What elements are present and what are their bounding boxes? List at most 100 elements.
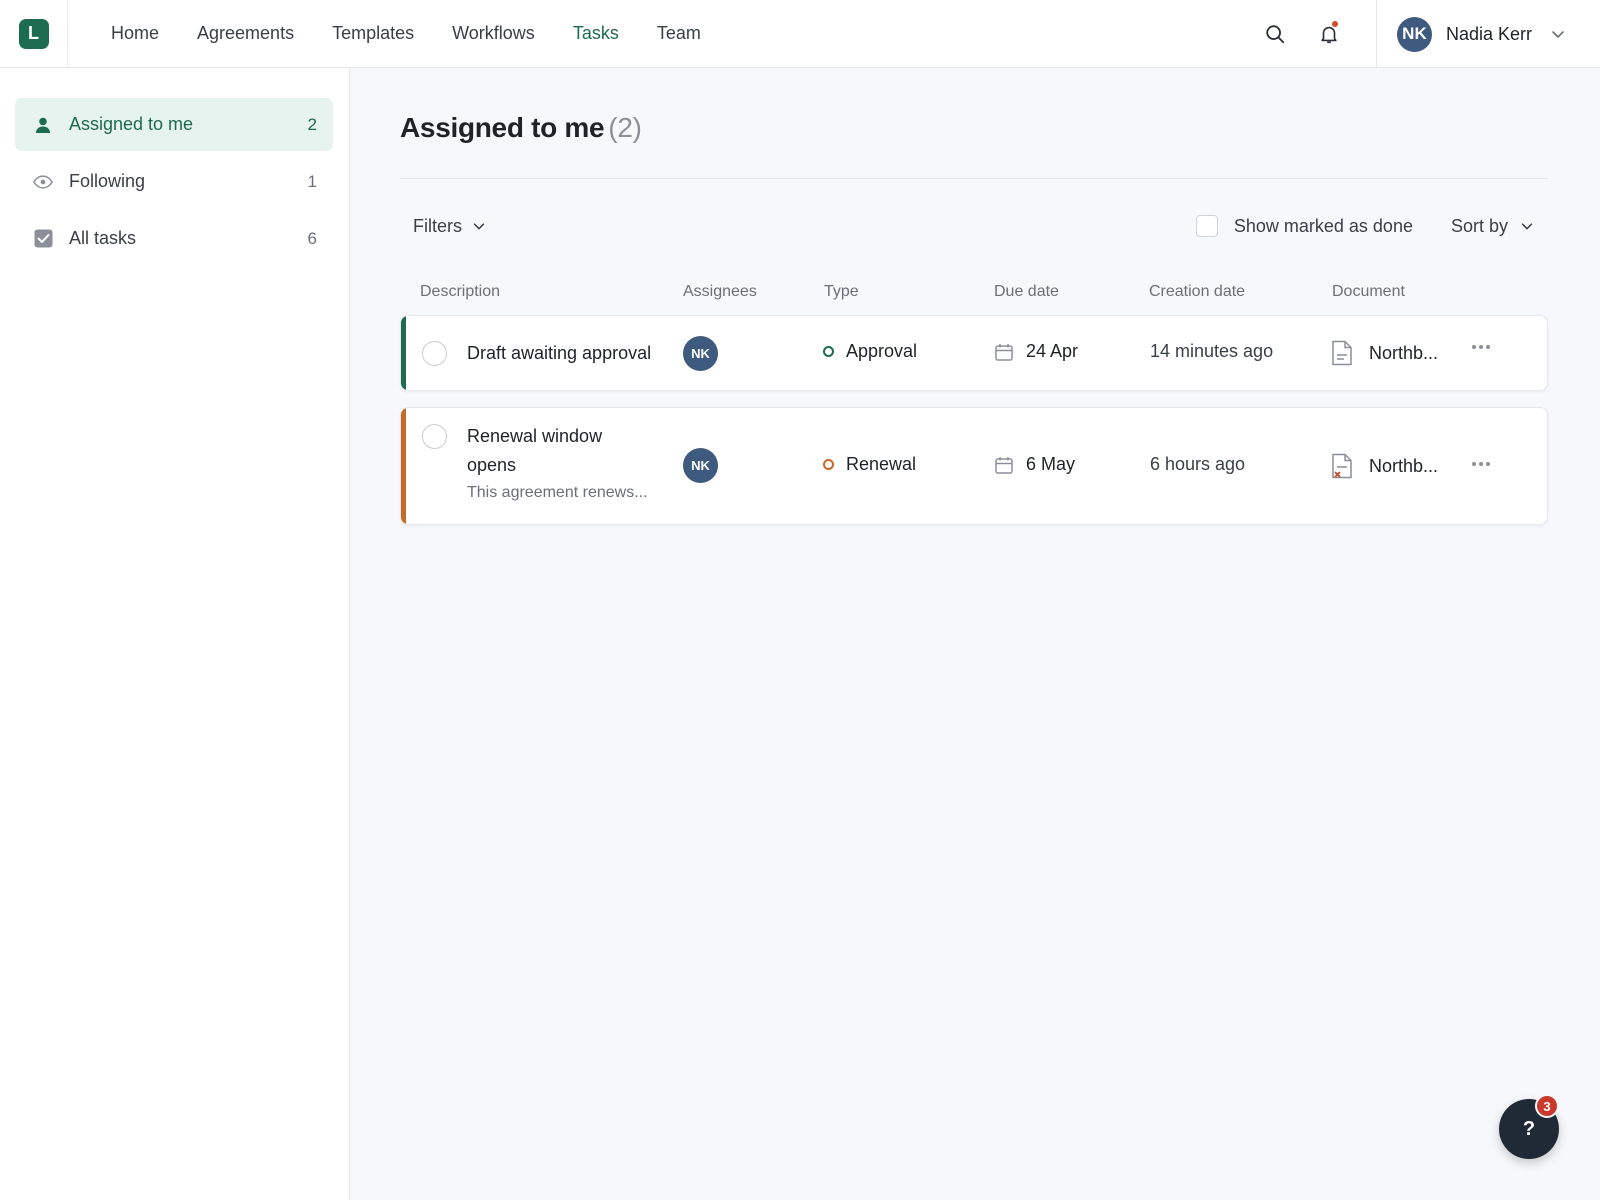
search-icon [1266, 25, 1285, 44]
task-description-subtext: This agreement renews... [467, 484, 648, 501]
sidebar-item-label: All tasks [69, 228, 137, 248]
task-type-label: Approval [846, 341, 918, 361]
type-dot-icon [823, 346, 834, 357]
user-avatar: NK [1396, 16, 1432, 52]
type-dot-icon [823, 459, 834, 470]
toolbar-right: Show marked as done Sort by [1195, 215, 1548, 237]
help-badge: 3 [1535, 1094, 1559, 1118]
document-icon [1332, 340, 1352, 366]
page-title-text: Assigned to me [400, 112, 605, 143]
sidebar-item-label: Assigned to me [69, 114, 194, 134]
task-type-label: Renewal [846, 454, 917, 474]
main-content: Assigned to me (2) Filters Show marked as… [400, 68, 1548, 541]
task-description-line1: Renewal window [467, 426, 603, 446]
user-menu[interactable]: NK Nadia Kerr [1375, 0, 1600, 68]
document-error-icon [1332, 453, 1352, 479]
nav-item-agreements[interactable]: Agreements [197, 23, 294, 44]
task-document[interactable]: Northb... [1331, 340, 1438, 366]
filters-label: Filters [413, 215, 462, 236]
task-priority-bar [401, 316, 406, 390]
sidebar-item-label: Following [69, 171, 146, 191]
notifications-button[interactable] [1302, 0, 1356, 68]
task-more-button[interactable] [1471, 344, 1491, 350]
column-header-creation-date[interactable]: Creation date [1149, 283, 1245, 301]
task-document[interactable]: Northb... [1331, 453, 1438, 479]
column-header-type[interactable]: Type [824, 283, 859, 301]
nav-item-home[interactable]: Home [111, 23, 159, 44]
calendar-icon [995, 343, 1013, 361]
task-due-date: 6 May [994, 454, 1075, 475]
task-created: 14 minutes ago [1150, 341, 1273, 362]
task-created: 6 hours ago [1150, 454, 1245, 475]
toolbar: Filters Show marked as done Sort by [400, 201, 1548, 251]
sidebar-item-all-tasks[interactable]: All tasks 6 [15, 212, 333, 265]
task-due-date: 24 Apr [994, 341, 1078, 362]
task-priority-bar [401, 408, 406, 524]
task-created-text: 6 hours ago [1150, 454, 1246, 474]
chevron-down-icon [1552, 31, 1564, 39]
task-description[interactable]: Draft awaiting approval [467, 339, 651, 368]
task-radio[interactable] [422, 424, 447, 449]
eye-icon [33, 172, 53, 192]
sidebar-item-count: 6 [307, 228, 317, 248]
title-divider [400, 178, 1548, 179]
task-created-text: 14 minutes ago [1150, 341, 1274, 361]
assignee-avatar: NK [683, 448, 718, 483]
task-document-name[interactable]: Northb... [1369, 343, 1438, 364]
sidebar-item-following[interactable]: Following 1 [15, 155, 333, 208]
task-more-button[interactable] [1471, 461, 1491, 467]
nav-item-templates[interactable]: Templates [332, 23, 414, 44]
task-description[interactable]: Renewal window opens This agreement rene… [467, 422, 648, 502]
page-title: Assigned to me (2) [400, 112, 1548, 144]
top-bar: L Home Agreements Templates Workflows Ta… [0, 0, 1600, 68]
task-complete-toggle[interactable] [422, 341, 447, 366]
notification-dot [1331, 21, 1338, 27]
nav-item-team[interactable]: Team [657, 23, 701, 44]
page-title-count: (2) [608, 112, 642, 143]
checkbox-icon [33, 229, 53, 249]
task-type: Approval [823, 341, 917, 362]
nav-item-tasks[interactable]: Tasks [573, 23, 619, 44]
task-due-text: 6 May [1026, 454, 1076, 474]
nav-item-workflows[interactable]: Workflows [452, 23, 535, 44]
sort-by-label: Sort by [1450, 215, 1508, 236]
task-type: Renewal [823, 454, 916, 475]
show-done-checkbox[interactable] [1195, 215, 1218, 237]
more-horizontal-icon [1472, 462, 1490, 466]
chevron-down-icon [1521, 223, 1533, 230]
calendar-icon [995, 456, 1013, 474]
person-icon [33, 115, 53, 135]
task-due-text: 24 Apr [1026, 341, 1079, 361]
search-button[interactable] [1248, 0, 1302, 68]
task-assignee[interactable]: NK [683, 448, 718, 483]
show-done-label[interactable]: Show marked as done [1234, 216, 1413, 237]
task-radio[interactable] [422, 341, 447, 366]
column-header-due-date[interactable]: Due date [994, 283, 1059, 301]
more-horizontal-icon [1472, 345, 1490, 349]
help-icon: ? [1522, 1117, 1536, 1140]
assignee-avatar: NK [683, 336, 718, 371]
table-header: Description Assignees Type Due date Crea… [400, 269, 1548, 315]
task-assignee[interactable]: NK [683, 336, 718, 371]
sidebar-item-count: 2 [307, 114, 317, 134]
task-complete-toggle[interactable] [422, 424, 447, 449]
column-header-description[interactable]: Description [420, 283, 500, 301]
task-description-text: Draft awaiting approval [467, 343, 652, 363]
logo-cell[interactable]: L [0, 0, 68, 68]
chevron-down-icon [473, 223, 485, 230]
task-row[interactable]: Draft awaiting approval NK Approval 24 A… [400, 315, 1548, 391]
top-right-controls: NK Nadia Kerr [1248, 0, 1600, 68]
main-nav: Home Agreements Templates Workflows Task… [111, 23, 739, 44]
sidebar-item-count: 1 [307, 171, 317, 191]
column-header-document[interactable]: Document [1332, 283, 1405, 301]
task-row[interactable]: Renewal window opens This agreement rene… [400, 407, 1548, 525]
sidebar-item-assigned[interactable]: Assigned to me 2 [15, 98, 333, 151]
column-header-assignees[interactable]: Assignees [683, 283, 757, 301]
sort-by-dropdown[interactable]: Sort by [1451, 216, 1534, 237]
task-document-name[interactable]: Northb... [1369, 456, 1438, 477]
filters-dropdown[interactable]: Filters [413, 216, 486, 237]
sidebar: Assigned to me 2 Following 1 All tasks 6 [0, 68, 350, 1200]
user-name: Nadia Kerr [1445, 23, 1532, 44]
task-description-line2: opens [467, 455, 517, 475]
app-logo[interactable]: L [18, 18, 49, 49]
